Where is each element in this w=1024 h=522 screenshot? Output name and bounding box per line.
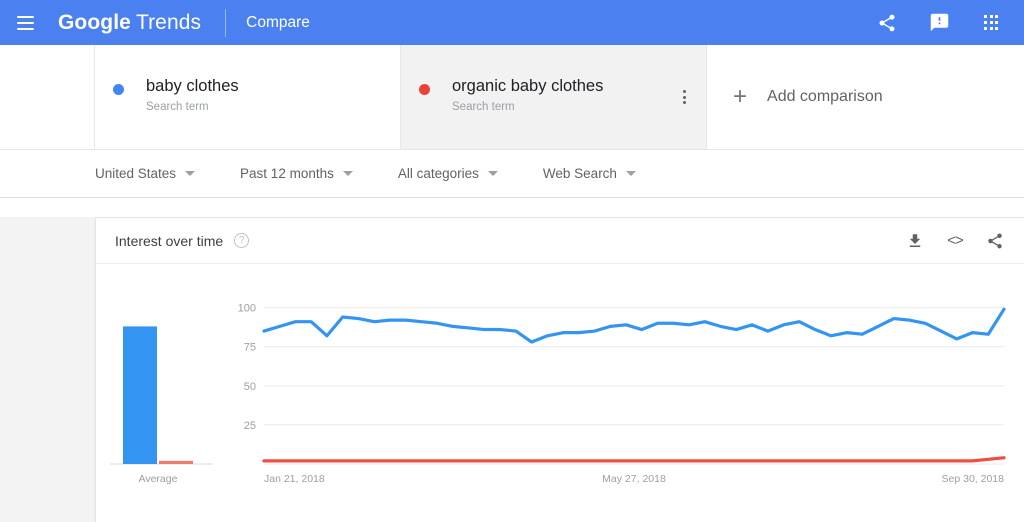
term-text-group: organic baby clothes Search term (452, 75, 603, 116)
filter-location[interactable]: United States (95, 166, 196, 181)
term-name: organic baby clothes (452, 76, 604, 95)
brand-trends: Trends (135, 10, 202, 34)
filter-category[interactable]: All categories (398, 166, 498, 181)
charts-container: Average 25 50 75 100 Jan 21, 2018 May 27, 201… (96, 264, 1024, 522)
share-icon[interactable] (874, 10, 900, 36)
interest-over-time-card: Interest over time ? <> Average 25 50 75… (95, 217, 1024, 522)
svg-text:Average: Average (139, 473, 178, 485)
chevron-down-icon (487, 171, 498, 176)
term-subtitle: Search term (452, 100, 515, 113)
menu-line (16, 27, 34, 30)
chevron-down-icon (185, 171, 196, 176)
comparison-term-card-1[interactable]: baby clothes Search term (95, 45, 401, 149)
svg-text:May 27, 2018: May 27, 2018 (602, 473, 666, 485)
average-bar-chart[interactable]: Average (96, 282, 226, 522)
chevron-down-icon (342, 171, 353, 176)
term-color-dot-blue (113, 83, 124, 95)
page-title-compare: Compare (246, 13, 310, 31)
term-text-group: baby clothes Search term (146, 75, 239, 116)
term-name: baby clothes (146, 76, 239, 95)
menu-line (16, 15, 34, 18)
comparison-terms-row: baby clothes Search term organic baby cl… (0, 45, 1024, 150)
appbar-divider (225, 8, 227, 37)
filter-location-label: United States (95, 166, 177, 181)
add-comparison-button[interactable]: + Add comparison (707, 45, 1024, 149)
page-body: Interest over time ? <> Average 25 50 75… (0, 217, 1024, 522)
svg-text:25: 25 (244, 420, 256, 432)
apps-grid-dots (983, 15, 999, 30)
apps-grid-icon[interactable] (978, 10, 1004, 36)
svg-text:Sep 30, 2018: Sep 30, 2018 (942, 473, 1005, 485)
appbar-actions (874, 10, 1010, 36)
left-gutter (0, 150, 95, 197)
feedback-icon[interactable] (926, 10, 952, 36)
download-icon[interactable] (904, 230, 926, 252)
filter-search-type-label: Web Search (542, 166, 617, 181)
card-header: Interest over time ? <> (96, 218, 1024, 264)
add-comparison-label: Add comparison (767, 88, 883, 105)
left-gutter (0, 45, 95, 149)
term-overflow-menu-icon[interactable] (679, 86, 690, 108)
svg-text:75: 75 (244, 342, 256, 354)
plus-icon: + (733, 83, 748, 110)
brand-google: Google (58, 10, 131, 34)
help-icon[interactable]: ? (234, 233, 250, 248)
filters-bar: United States Past 12 months All categor… (0, 150, 1024, 198)
google-trends-logo[interactable]: Google Trends (58, 11, 201, 35)
term-color-dot-red (419, 83, 430, 95)
chevron-down-icon (625, 171, 636, 176)
card-title: Interest over time (115, 232, 224, 249)
filter-search-type[interactable]: Web Search (543, 166, 636, 181)
term-subtitle: Search term (146, 100, 209, 113)
filters-group: United States Past 12 months All categor… (95, 150, 681, 197)
filter-time-range[interactable]: Past 12 months (240, 166, 353, 181)
comparison-term-card-2[interactable]: organic baby clothes Search term (401, 45, 707, 149)
hamburger-menu-icon[interactable] (8, 6, 42, 40)
card-actions: <> (904, 230, 1006, 252)
embed-glyph: <> (947, 232, 964, 249)
interest-over-time-chart[interactable]: 25 50 75 100 Jan 21, 2018 May 27, 2018 Sep 30,… (226, 282, 1024, 522)
svg-text:50: 50 (244, 381, 256, 393)
menu-line (16, 21, 34, 24)
share-icon[interactable] (984, 230, 1006, 252)
filter-time-range-label: Past 12 months (240, 166, 334, 181)
app-bar: Google Trends Compare (0, 0, 1024, 45)
embed-code-icon[interactable]: <> (944, 230, 966, 252)
svg-text:100: 100 (238, 303, 256, 315)
svg-text:Jan 21, 2018: Jan 21, 2018 (264, 473, 325, 485)
filter-category-label: All categories (397, 166, 479, 181)
